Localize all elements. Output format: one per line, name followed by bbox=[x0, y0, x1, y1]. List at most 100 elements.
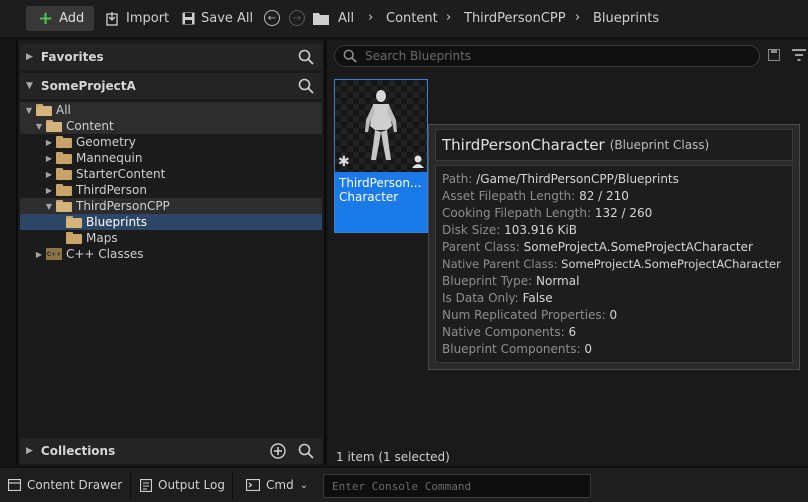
collapsed-arrow-icon[interactable]: ▶ bbox=[44, 170, 54, 179]
project-label: SomeProjectA bbox=[40, 79, 136, 93]
output-log-label: Output Log bbox=[158, 478, 225, 492]
tree-item-label: ThirdPerson bbox=[76, 183, 147, 197]
sources-panel: ▶ Favorites ▼ SomeProjectA ▼ All ▼ Conte… bbox=[16, 40, 326, 465]
tree-item-label: Mannequin bbox=[76, 151, 143, 165]
item-count-status: 1 item (1 selected) bbox=[336, 450, 450, 464]
search-icon[interactable] bbox=[298, 443, 314, 459]
tooltip-key: Cooking Filepath Length: bbox=[442, 206, 591, 220]
tooltip-key: Native Components: bbox=[442, 325, 565, 339]
tooltip-row: Num Replicated Properties: 0 bbox=[442, 308, 617, 322]
breadcrumb-separator-icon: › bbox=[368, 10, 374, 25]
blueprint-type-icon bbox=[412, 155, 424, 168]
collapsed-arrow-icon[interactable]: ▶ bbox=[44, 186, 54, 195]
save-search-icon[interactable] bbox=[768, 49, 780, 61]
tree-item-thirdperson[interactable]: ▶ ThirdPerson bbox=[20, 182, 322, 198]
expanded-arrow-icon: ▼ bbox=[26, 81, 33, 91]
tree-item-mannequin[interactable]: ▶ Mannequin bbox=[20, 150, 322, 166]
asset-tile[interactable]: ✱ ThirdPerson... Character bbox=[334, 79, 428, 233]
save-all-label: Save All bbox=[201, 11, 254, 26]
import-button[interactable]: Import bbox=[106, 6, 169, 31]
tree-item-cpp-classes[interactable]: ▶ C++ C++ Classes bbox=[20, 246, 322, 262]
cmd-label: Cmd bbox=[266, 478, 294, 492]
expanded-arrow-icon[interactable]: ▼ bbox=[24, 106, 34, 115]
asset-thumbnail: ✱ bbox=[335, 80, 427, 172]
plus-icon: + bbox=[38, 7, 54, 29]
tree-item-label: C++ Classes bbox=[66, 247, 144, 261]
tree-item-thirdpersoncpp[interactable]: ▼ ThirdPersonCPP bbox=[20, 198, 322, 214]
tree-item-blueprints[interactable]: Blueprints bbox=[20, 214, 322, 230]
tooltip-key: Blueprint Type: bbox=[442, 274, 533, 288]
asset-tooltip: ThirdPersonCharacter (Blueprint Class) P… bbox=[428, 124, 800, 370]
tooltip-value: 6 bbox=[568, 325, 577, 339]
collapsed-arrow-icon[interactable]: ▶ bbox=[44, 138, 54, 147]
tooltip-value: 0 bbox=[609, 308, 618, 322]
tooltip-value: 132 / 260 bbox=[594, 206, 653, 220]
content-drawer-button[interactable]: Content Drawer bbox=[8, 478, 122, 492]
expanded-arrow-icon[interactable]: ▼ bbox=[44, 202, 54, 211]
breadcrumb-separator-icon: › bbox=[575, 10, 581, 25]
breadcrumb-separator-icon: › bbox=[446, 10, 452, 25]
tooltip-key: Parent Class: bbox=[442, 240, 520, 254]
tooltip-value: Normal bbox=[536, 274, 580, 288]
project-header[interactable]: ▼ SomeProjectA bbox=[20, 73, 322, 99]
collapsed-arrow-icon[interactable]: ▶ bbox=[44, 154, 54, 163]
asset-name: ThirdPerson... Character bbox=[335, 172, 427, 232]
cmd-dropdown[interactable]: Cmd ⌄ bbox=[246, 478, 308, 492]
add-button[interactable]: + Add bbox=[26, 6, 94, 31]
search-icon[interactable] bbox=[298, 49, 314, 65]
tooltip-row: Cooking Filepath Length: 132 / 260 bbox=[442, 206, 652, 220]
breadcrumb-content[interactable]: Content bbox=[386, 11, 438, 26]
tree-item-content[interactable]: ▼ Content bbox=[20, 118, 322, 134]
content-drawer-icon bbox=[8, 479, 21, 491]
tooltip-row: Disk Size: 103.916 KiB bbox=[442, 223, 577, 237]
tooltip-key: Native Parent Class: bbox=[442, 257, 558, 271]
tooltip-row: Parent Class: SomeProjectA.SomeProjectAC… bbox=[442, 240, 753, 254]
asset-name-line-2: Character bbox=[339, 190, 399, 204]
tree-item-label: StarterContent bbox=[76, 167, 166, 181]
tree-item-label: All bbox=[56, 103, 71, 117]
breadcrumb-all[interactable]: All bbox=[338, 11, 354, 26]
folder-icon[interactable] bbox=[313, 11, 329, 25]
tooltip-value: 0 bbox=[584, 342, 592, 356]
tooltip-row: Blueprint Type: Normal bbox=[442, 274, 579, 288]
folder-open-icon bbox=[36, 104, 52, 116]
save-all-button[interactable]: Save All bbox=[182, 6, 253, 31]
tooltip-asset-type: (Blueprint Class) bbox=[609, 138, 710, 152]
search-icon[interactable] bbox=[298, 78, 314, 94]
tooltip-asset-name: ThirdPersonCharacter bbox=[442, 136, 605, 154]
collections-header[interactable]: ▶ Collections bbox=[20, 438, 322, 464]
tree-item-startercontent[interactable]: ▶ StarterContent bbox=[20, 166, 322, 182]
tree-item-geometry[interactable]: ▶ Geometry bbox=[20, 134, 322, 150]
tooltip-header: ThirdPersonCharacter (Blueprint Class) bbox=[435, 129, 793, 161]
tree-item-label: Blueprints bbox=[86, 215, 148, 229]
folder-icon bbox=[56, 152, 72, 164]
tree-item-all[interactable]: ▼ All bbox=[20, 102, 322, 118]
console-command-input[interactable]: Enter Console Command bbox=[323, 474, 591, 498]
output-log-button[interactable]: Output Log bbox=[140, 478, 225, 492]
filter-icon[interactable] bbox=[792, 49, 806, 61]
collections-label: Collections bbox=[40, 444, 116, 458]
tooltip-row: Blueprint Components: 0 bbox=[442, 342, 592, 356]
expanded-arrow-icon[interactable]: ▼ bbox=[34, 122, 44, 131]
search-input[interactable]: Search Blueprints bbox=[334, 45, 760, 67]
add-collection-icon[interactable] bbox=[270, 443, 286, 459]
tooltip-key: Num Replicated Properties: bbox=[442, 308, 606, 322]
collapsed-arrow-icon: ▶ bbox=[26, 52, 33, 62]
asset-name-line-1: ThirdPerson... bbox=[339, 176, 422, 190]
collapsed-arrow-icon[interactable]: ▶ bbox=[34, 250, 44, 259]
content-browser-toolbar: + Add Import Save All ← → All › Content … bbox=[0, 0, 808, 38]
search-placeholder: Search Blueprints bbox=[365, 49, 472, 63]
tree-item-label: Maps bbox=[86, 231, 118, 245]
cpp-folder-icon: C++ bbox=[46, 248, 62, 260]
tooltip-row: Path: /Game/ThirdPersonCPP/Blueprints bbox=[442, 172, 679, 186]
tree-item-maps[interactable]: Maps bbox=[20, 230, 322, 246]
favorites-header[interactable]: ▶ Favorites bbox=[20, 44, 322, 70]
back-arrow-icon[interactable]: ← bbox=[264, 10, 280, 26]
breadcrumb-thirdpersoncpp[interactable]: ThirdPersonCPP bbox=[464, 11, 566, 26]
breadcrumb-blueprints[interactable]: Blueprints bbox=[593, 11, 659, 26]
save-icon bbox=[182, 12, 195, 25]
forward-arrow-icon[interactable]: → bbox=[289, 10, 305, 26]
folder-icon bbox=[66, 232, 82, 244]
tooltip-key: Asset Filepath Length: bbox=[442, 189, 576, 203]
tooltip-value: 103.916 KiB bbox=[504, 223, 577, 237]
